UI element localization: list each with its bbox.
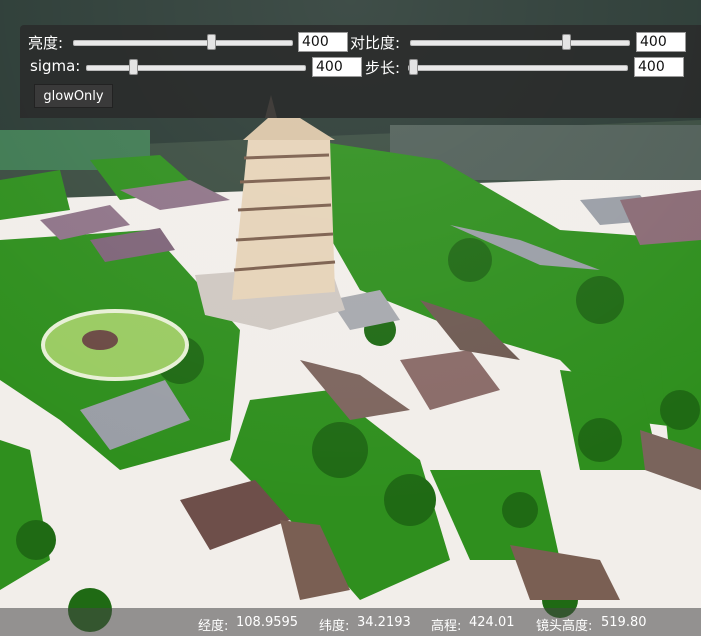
brightness-input[interactable] (298, 32, 348, 52)
camera-height-label: 镜头高度: (536, 619, 593, 634)
brightness-row: 亮度: (28, 32, 63, 53)
brightness-label: 亮度: (28, 34, 64, 52)
glow-only-button[interactable]: glowOnly (34, 84, 113, 108)
brightness-slider[interactable] (73, 34, 293, 50)
step-slider[interactable] (408, 59, 628, 75)
step-slider-thumb[interactable] (409, 59, 419, 75)
sigma-label: sigma: (30, 57, 81, 75)
elevation-label: 高程: (431, 619, 462, 634)
status-bar: 经度: 108.9595 纬度: 34.2193 高程: 424.01 镜头高度… (0, 608, 701, 636)
contrast-input[interactable] (636, 32, 686, 52)
latitude-label: 纬度: (319, 619, 350, 634)
brightness-slider-thumb[interactable] (207, 34, 217, 50)
longitude-value: 108.9595 (236, 615, 299, 630)
sigma-input[interactable] (312, 57, 362, 77)
longitude-label: 经度: (198, 619, 229, 634)
step-input[interactable] (634, 57, 684, 77)
sigma-slider[interactable] (86, 59, 306, 75)
step-label: 步长: (365, 59, 401, 77)
elevation-value: 424.01 (469, 615, 515, 630)
contrast-slider[interactable] (410, 34, 630, 50)
contrast-label: 对比度: (350, 34, 401, 52)
sigma-row: sigma: (30, 57, 80, 75)
contrast-row: 对比度: (350, 32, 400, 53)
latitude-value: 34.2193 (357, 615, 411, 630)
step-row: 步长: (365, 57, 400, 78)
contrast-slider-thumb[interactable] (561, 34, 571, 50)
sigma-slider-thumb[interactable] (128, 59, 138, 75)
camera-height-value: 519.80 (601, 615, 647, 630)
